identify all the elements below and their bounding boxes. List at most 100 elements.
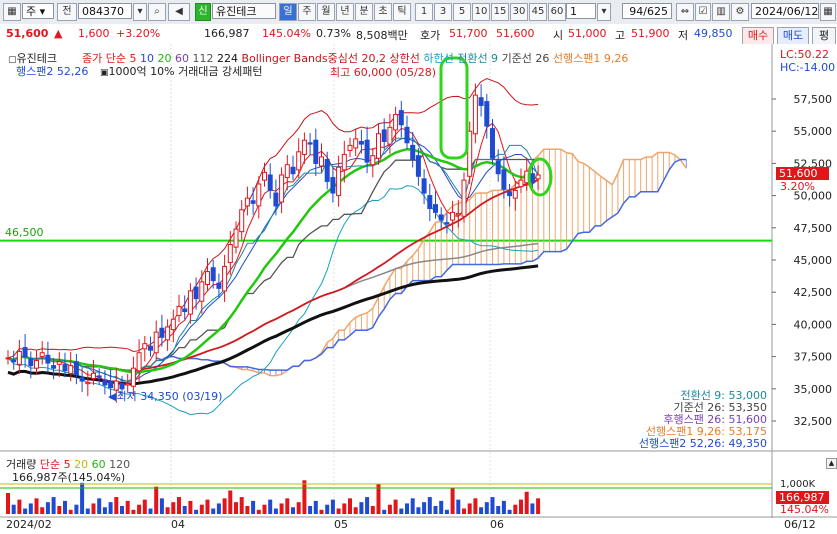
stock-code-input[interactable]: 084370 xyxy=(78,3,132,19)
prev-button[interactable]: 전 xyxy=(57,3,77,21)
interval-button-60[interactable]: 60 xyxy=(548,3,566,21)
fit-button[interactable]: ⇔ xyxy=(676,3,694,21)
candle-body xyxy=(472,94,478,135)
candle-body xyxy=(279,174,285,203)
interval-button-10[interactable]: 10 xyxy=(472,3,490,21)
scroll-up-button[interactable]: ▲ xyxy=(826,458,837,469)
bookmark-button[interactable]: ▥ xyxy=(712,3,730,21)
calendar-button[interactable]: ▦ xyxy=(820,3,836,21)
volume-bar xyxy=(262,504,267,514)
checkbox-button[interactable]: ☑ xyxy=(695,3,711,21)
candle-body xyxy=(91,372,96,379)
volume-bar xyxy=(308,505,313,514)
candle-body xyxy=(73,361,79,376)
candle-body xyxy=(410,144,416,161)
volume-bar xyxy=(40,507,45,514)
candle-body xyxy=(296,151,302,171)
candle-body xyxy=(51,365,57,369)
volume-bar xyxy=(467,503,472,514)
pct-tag: 3.20% xyxy=(780,180,815,193)
volume-bar xyxy=(211,508,216,514)
interval-button-15[interactable]: 15 xyxy=(491,3,509,21)
volume-bar xyxy=(120,505,124,514)
date-axis-last: 06/12 xyxy=(784,518,816,531)
chart-menu-button[interactable]: ▦ xyxy=(3,3,21,21)
candle-body xyxy=(28,358,34,367)
candle-body xyxy=(512,189,518,199)
support-label: 46,500 xyxy=(5,226,44,239)
volume-bar xyxy=(199,504,204,514)
interval-input[interactable]: 1 xyxy=(566,3,596,19)
code-dropdown-button[interactable]: ▾ xyxy=(133,3,147,21)
price-change-pct: +3.20% xyxy=(116,27,161,40)
volume-bar xyxy=(28,503,33,514)
interval-button-5[interactable]: 5 xyxy=(453,3,471,21)
volume-bar xyxy=(268,499,273,514)
checkbox-icon: ▣ xyxy=(100,68,109,78)
interval-button-1[interactable]: 1 xyxy=(415,3,433,21)
volume-bar xyxy=(382,509,387,514)
volume-bar xyxy=(108,502,113,514)
volume-bar xyxy=(501,500,506,514)
buy-button[interactable]: 매수 xyxy=(742,27,774,45)
interval-dropdown[interactable]: ▾ xyxy=(597,3,611,21)
price-tag: 51,600 xyxy=(776,167,829,180)
candle-body xyxy=(490,128,495,159)
candle-body xyxy=(427,195,433,209)
y-tick-label: 32,500 xyxy=(794,415,833,428)
volume-bar xyxy=(410,498,415,514)
volume-bar xyxy=(279,503,284,514)
period-tab-3[interactable]: 년 xyxy=(336,3,354,21)
candle-body xyxy=(455,213,461,216)
candle-body xyxy=(267,174,273,191)
high-annotation: 최고 60,000 (05/28) xyxy=(330,66,437,79)
sound-button[interactable]: ◀ xyxy=(168,3,190,21)
volume-bar xyxy=(182,505,187,514)
volume-bar xyxy=(405,503,409,514)
interval-button-45[interactable]: 45 xyxy=(529,3,547,21)
volume-bar xyxy=(393,499,398,514)
market-type-select[interactable]: 주 ▾ xyxy=(22,3,54,19)
settings-button[interactable]: ⚙ xyxy=(731,3,749,21)
candle-body xyxy=(68,365,74,374)
period-tab-0[interactable]: 일 xyxy=(279,3,297,21)
stock-name-field[interactable]: 유진테크 xyxy=(212,3,276,19)
candle-body xyxy=(210,267,216,282)
legend-item-10: 기준선 26 xyxy=(501,52,553,65)
volume-bar xyxy=(513,504,518,514)
period-tab-6[interactable]: 틱 xyxy=(393,3,411,21)
interval-button-30[interactable]: 30 xyxy=(510,3,528,21)
candle-body xyxy=(433,204,438,213)
volume-bar xyxy=(97,498,102,514)
up-arrow-icon: ▲ xyxy=(54,27,63,40)
volume-bar xyxy=(177,497,181,514)
candle-body xyxy=(34,359,39,369)
period-tab-5[interactable]: 초 xyxy=(374,3,392,21)
volume-bar xyxy=(291,507,295,514)
candle-body xyxy=(199,281,205,302)
volume-bar xyxy=(444,509,449,514)
candle-body xyxy=(330,177,336,194)
volume-value: 166,987 xyxy=(204,27,250,40)
volume-bar xyxy=(239,497,244,514)
volume-bar xyxy=(313,500,318,514)
period-tab-1[interactable]: 주 xyxy=(298,3,316,21)
period-tab-4[interactable]: 분 xyxy=(355,3,373,21)
y-tick-label: 57,500 xyxy=(794,93,833,106)
period-tab-2[interactable]: 월 xyxy=(317,3,335,21)
candle-body xyxy=(193,286,199,300)
volume-bar xyxy=(6,493,10,514)
date-input[interactable]: 2024/06/12 xyxy=(751,3,819,19)
eval-button[interactable]: 평 xyxy=(812,27,836,45)
volume-bar xyxy=(342,503,347,514)
candle-body xyxy=(404,126,410,144)
sell-button[interactable]: 매도 xyxy=(777,27,809,45)
candle-body xyxy=(165,326,171,341)
volume-bar xyxy=(456,499,461,514)
volume-bar xyxy=(370,505,375,514)
price-change: 1,600 xyxy=(78,27,110,40)
search-button[interactable]: ⌕ xyxy=(148,3,166,21)
candle-body xyxy=(136,352,142,372)
volume-bar xyxy=(325,504,330,514)
interval-button-3[interactable]: 3 xyxy=(434,3,452,21)
